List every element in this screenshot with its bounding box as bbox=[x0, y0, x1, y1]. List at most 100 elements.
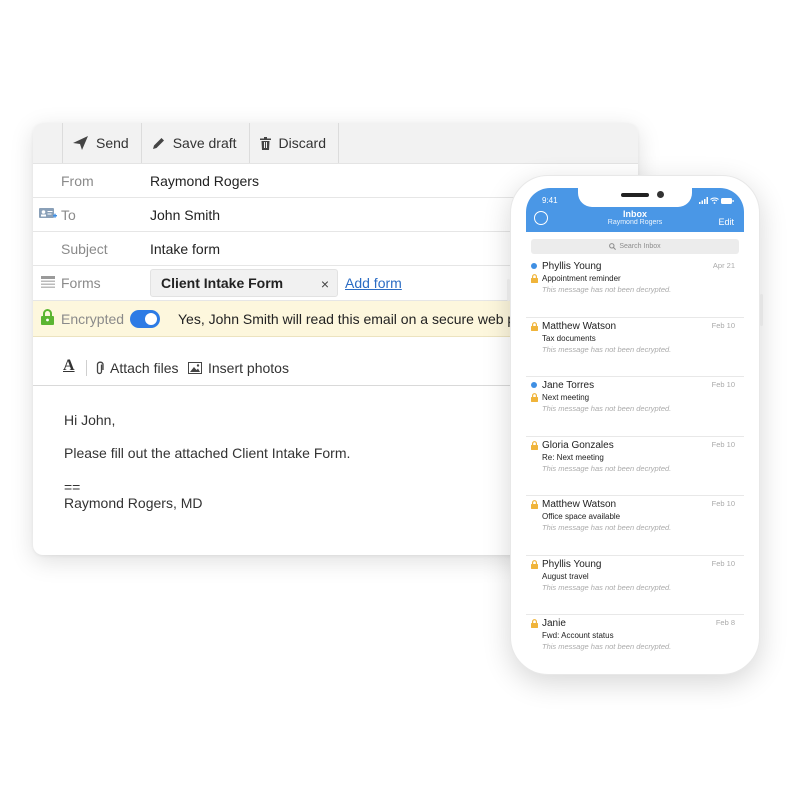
attach-files-label: Attach files bbox=[110, 360, 179, 376]
subject-input[interactable]: Intake form bbox=[150, 241, 220, 257]
lock-icon bbox=[531, 500, 538, 509]
encrypted-message: Yes, John Smith will read this email on … bbox=[178, 310, 523, 327]
forms-label: Forms bbox=[61, 275, 101, 291]
unread-dot bbox=[531, 263, 537, 269]
body-line: Please fill out the attached Client Inta… bbox=[64, 445, 351, 461]
message-subject: Re: Next meeting bbox=[542, 452, 604, 462]
send-icon bbox=[73, 136, 88, 150]
message-date: Feb 10 bbox=[711, 439, 735, 449]
lock-icon bbox=[531, 274, 538, 283]
message-date: Feb 10 bbox=[711, 320, 735, 330]
add-form-link[interactable]: Add form bbox=[345, 275, 402, 291]
battery-icon bbox=[721, 197, 734, 204]
search-input[interactable]: Search Inbox bbox=[531, 239, 739, 254]
lock-icon bbox=[531, 321, 538, 331]
sender-name: Phyllis Young bbox=[542, 261, 602, 272]
sender-name: Matthew Watson bbox=[542, 320, 617, 332]
contact-card-icon[interactable] bbox=[39, 207, 57, 221]
sender-name: Janie bbox=[542, 618, 566, 629]
lock-icon bbox=[531, 559, 538, 569]
lock-icon bbox=[531, 440, 538, 450]
sender-name: Matthew Watson bbox=[542, 499, 617, 510]
compose-toolbar: Send Save draft Discard bbox=[33, 123, 638, 164]
discard-label: Discard bbox=[278, 135, 326, 151]
message-preview: This message has not been decrypted. bbox=[542, 642, 672, 651]
from-value[interactable]: Raymond Rogers bbox=[150, 173, 259, 189]
sender-name: Jane Torres bbox=[542, 380, 595, 391]
message-date: Feb 8 bbox=[715, 618, 735, 627]
message-subject: Office space available bbox=[542, 512, 621, 521]
to-value[interactable]: John Smith bbox=[150, 207, 220, 223]
message-subject: August travel bbox=[542, 571, 589, 581]
message-date: Feb 10 bbox=[711, 558, 735, 568]
message-list-item[interactable]: Gloria Gonzales Re: Next meeting This mess… bbox=[526, 437, 744, 496]
insert-photos-label: Insert photos bbox=[208, 360, 289, 376]
body-separator: == bbox=[64, 479, 81, 495]
insert-photos-button[interactable]: Insert photos bbox=[188, 360, 289, 376]
paperclip-icon bbox=[96, 361, 104, 375]
search-placeholder: Search Inbox bbox=[619, 243, 661, 250]
lock-icon bbox=[531, 393, 538, 402]
remove-form-icon[interactable]: × bbox=[321, 276, 329, 292]
message-subject: Next meeting bbox=[542, 393, 590, 402]
message-preview: This message has not been decrypted. bbox=[542, 582, 672, 592]
message-date: Feb 10 bbox=[711, 499, 735, 508]
message-subject: Tax documents bbox=[542, 333, 596, 343]
inbox-subtitle: Raymond Rogers bbox=[607, 219, 663, 226]
message-date: Feb 10 bbox=[711, 380, 735, 389]
message-list-item[interactable]: Janie Fwd: Account status This message has… bbox=[526, 615, 744, 662]
phone-device: 9:41 Inbox Raymond Rogers Edit Search In… bbox=[507, 175, 763, 675]
lock-icon bbox=[531, 619, 538, 628]
message-body[interactable]: Hi John, Please fill out the attached Cl… bbox=[64, 412, 350, 511]
phone-side-button bbox=[507, 279, 510, 301]
phone-side-button bbox=[760, 294, 763, 326]
text-format-icon[interactable]: A bbox=[63, 357, 75, 375]
image-icon bbox=[188, 362, 202, 374]
phone-notch bbox=[578, 188, 692, 207]
trash-icon bbox=[259, 136, 271, 150]
discard-button[interactable]: Discard bbox=[248, 123, 339, 163]
edit-button[interactable]: Edit bbox=[718, 217, 734, 227]
encrypted-label: Encrypted bbox=[61, 310, 125, 327]
from-label: From bbox=[61, 172, 94, 189]
signal-icon bbox=[699, 197, 708, 204]
message-preview: This message has not been decrypted. bbox=[542, 344, 672, 354]
message-list-item[interactable]: Jane Torres Next meeting This message has … bbox=[526, 377, 744, 437]
wifi-icon bbox=[710, 197, 719, 204]
encrypted-toggle[interactable] bbox=[130, 310, 160, 328]
message-subject: Appointment reminder bbox=[542, 274, 621, 283]
save-draft-button[interactable]: Save draft bbox=[140, 123, 249, 163]
format-divider bbox=[86, 360, 87, 376]
message-subject: Fwd: Account status bbox=[542, 631, 614, 640]
unread-dot bbox=[531, 382, 537, 388]
form-chip-label: Client Intake Form bbox=[161, 275, 284, 291]
save-draft-label: Save draft bbox=[172, 135, 237, 151]
body-signature: Raymond Rogers, MD bbox=[64, 495, 203, 511]
subject-label: Subject bbox=[61, 240, 108, 257]
pencil-icon bbox=[152, 137, 164, 149]
to-label: To bbox=[61, 206, 76, 223]
search-icon bbox=[609, 243, 617, 250]
message-preview: This message has not been decrypted. bbox=[542, 523, 672, 532]
send-label: Send bbox=[96, 135, 129, 151]
send-button[interactable]: Send bbox=[62, 123, 141, 163]
inbox-header: 9:41 Inbox Raymond Rogers Edit bbox=[526, 188, 744, 232]
form-chip[interactable]: Client Intake Form × bbox=[150, 269, 338, 297]
lock-icon bbox=[41, 309, 54, 325]
message-preview: This message has not been decrypted. bbox=[542, 463, 672, 473]
phone-screen: 9:41 Inbox Raymond Rogers Edit Search In… bbox=[526, 188, 744, 662]
message-preview: This message has not been decrypted. bbox=[542, 404, 672, 413]
message-list-item[interactable]: Matthew Watson Tax documents This message … bbox=[526, 318, 744, 377]
message-list-item[interactable]: Phyllis Young August travel This message h… bbox=[526, 556, 744, 615]
forms-icon bbox=[41, 276, 55, 288]
status-time: 9:41 bbox=[542, 196, 558, 205]
message-list-item[interactable]: Phyllis Young Appointment reminder This me… bbox=[526, 258, 744, 318]
message-list: Phyllis Young Appointment reminder This me… bbox=[526, 258, 744, 662]
message-preview: This message has not been decrypted. bbox=[542, 285, 672, 294]
attach-files-button[interactable]: Attach files bbox=[95, 360, 178, 376]
message-list-item[interactable]: Matthew Watson Office space available This… bbox=[526, 496, 744, 556]
sender-name: Gloria Gonzales bbox=[542, 439, 614, 451]
inbox-title: Inbox bbox=[623, 209, 647, 219]
status-icons bbox=[699, 197, 734, 204]
sender-name: Phyllis Young bbox=[542, 558, 602, 570]
